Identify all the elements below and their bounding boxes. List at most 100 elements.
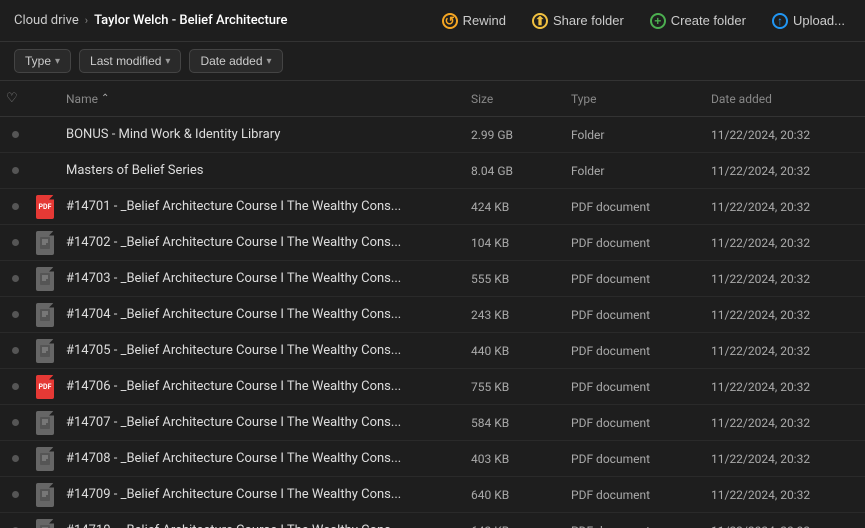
favorite-dot — [12, 131, 19, 138]
file-date: 11/22/2024, 20:32 — [705, 308, 865, 322]
file-type: PDF document — [565, 308, 705, 322]
breadcrumb: Cloud drive › Taylor Welch - Belief Arch… — [14, 13, 287, 28]
file-date: 11/22/2024, 20:32 — [705, 344, 865, 358]
favorite-dot — [12, 383, 19, 390]
file-type: PDF document — [565, 488, 705, 502]
table-row[interactable]: PDF#14706 - _Belief Architecture Course … — [0, 369, 865, 405]
favorite-dot — [12, 275, 19, 282]
favorite-dot — [12, 419, 19, 426]
table-row[interactable]: #14702 - _Belief Architecture Course I T… — [0, 225, 865, 261]
doc-icon — [36, 483, 54, 507]
col-size-header[interactable]: Size — [465, 92, 565, 106]
table-row[interactable]: #14703 - _Belief Architecture Course I T… — [0, 261, 865, 297]
file-size: 403 KB — [465, 452, 565, 466]
favorite-dot — [12, 455, 19, 462]
file-size: 640 KB — [465, 488, 565, 502]
table-row[interactable]: #14708 - _Belief Architecture Course I T… — [0, 441, 865, 477]
file-icon-cell — [30, 231, 60, 255]
col-name-label: Name — [66, 92, 98, 106]
table-row[interactable]: #14709 - _Belief Architecture Course I T… — [0, 477, 865, 513]
col-date-header[interactable]: Date added — [705, 92, 865, 106]
file-icon-cell — [30, 483, 60, 507]
file-size: 2.99 GB — [465, 128, 565, 142]
favorite-cell — [0, 491, 30, 498]
file-size: 584 KB — [465, 416, 565, 430]
favorite-cell — [0, 203, 30, 210]
file-date: 11/22/2024, 20:32 — [705, 236, 865, 250]
date-added-filter[interactable]: Date added ▾ — [189, 49, 282, 73]
rewind-button[interactable]: ↺ Rewind — [436, 9, 512, 33]
file-date: 11/22/2024, 20:32 — [705, 272, 865, 286]
file-icon-cell — [30, 303, 60, 327]
rewind-label: Rewind — [463, 13, 506, 28]
type-filter[interactable]: Type ▾ — [14, 49, 71, 73]
file-date: 11/22/2024, 20:32 — [705, 452, 865, 466]
col-type-header[interactable]: Type — [565, 92, 705, 106]
doc-icon — [36, 339, 54, 363]
favorite-cell — [0, 239, 30, 246]
table-row[interactable]: BONUS - Mind Work & Identity Library2.99… — [0, 117, 865, 153]
file-type: Folder — [565, 128, 705, 142]
file-icon-cell — [30, 447, 60, 471]
file-list: BONUS - Mind Work & Identity Library2.99… — [0, 117, 865, 528]
file-type: PDF document — [565, 416, 705, 430]
favorite-dot — [12, 347, 19, 354]
doc-icon — [36, 447, 54, 471]
col-name-sort-icon: ⌃ — [101, 93, 109, 104]
date-added-filter-label: Date added — [200, 54, 262, 68]
table-row[interactable]: #14704 - _Belief Architecture Course I T… — [0, 297, 865, 333]
file-size: 424 KB — [465, 200, 565, 214]
file-icon-cell: PDF — [30, 375, 60, 399]
file-name: #14707 - _Belief Architecture Course I T… — [60, 415, 465, 430]
rewind-icon: ↺ — [442, 13, 458, 29]
favorite-dot — [12, 491, 19, 498]
file-name: #14708 - _Belief Architecture Course I T… — [60, 451, 465, 466]
upload-button[interactable]: ↑ Upload... — [766, 9, 851, 33]
table-row[interactable]: PDF#14701 - _Belief Architecture Course … — [0, 189, 865, 225]
top-actions: ↺ Rewind ⬆ Share folder + Create folder … — [436, 9, 851, 33]
file-size: 755 KB — [465, 380, 565, 394]
doc-icon — [36, 231, 54, 255]
file-name: #14704 - _Belief Architecture Course I T… — [60, 307, 465, 322]
create-folder-button[interactable]: + Create folder — [644, 9, 752, 33]
file-type: PDF document — [565, 380, 705, 394]
last-modified-chevron-icon: ▾ — [165, 56, 170, 67]
file-date: 11/22/2024, 20:32 — [705, 128, 865, 142]
favorite-cell — [0, 383, 30, 390]
favorite-dot — [12, 167, 19, 174]
file-size: 440 KB — [465, 344, 565, 358]
breadcrumb-chevron-icon: › — [85, 14, 88, 27]
file-type: PDF document — [565, 344, 705, 358]
breadcrumb-root[interactable]: Cloud drive — [14, 13, 79, 28]
doc-icon — [36, 411, 54, 435]
file-type: Folder — [565, 164, 705, 178]
share-folder-button[interactable]: ⬆ Share folder — [526, 9, 630, 33]
breadcrumb-current: Taylor Welch - Belief Architecture — [94, 13, 287, 28]
file-size: 104 KB — [465, 236, 565, 250]
table-row[interactable]: #14710 - _Belief Architecture Course I T… — [0, 513, 865, 528]
file-size: 8.04 GB — [465, 164, 565, 178]
file-name: BONUS - Mind Work & Identity Library — [60, 127, 465, 142]
file-icon-cell — [30, 163, 60, 178]
table-row[interactable]: #14705 - _Belief Architecture Course I T… — [0, 333, 865, 369]
last-modified-filter-label: Last modified — [90, 54, 161, 68]
last-modified-filter[interactable]: Last modified ▾ — [79, 49, 181, 73]
file-date: 11/22/2024, 20:32 — [705, 524, 865, 528]
favorite-cell — [0, 455, 30, 462]
file-name: #14710 - _Belief Architecture Course I T… — [60, 523, 465, 528]
create-folder-label: Create folder — [671, 13, 746, 28]
favorite-dot — [12, 239, 19, 246]
top-bar: Cloud drive › Taylor Welch - Belief Arch… — [0, 0, 865, 42]
file-icon-cell — [30, 339, 60, 363]
file-name: #14706 - _Belief Architecture Course I T… — [60, 379, 465, 394]
share-folder-label: Share folder — [553, 13, 624, 28]
file-name: #14702 - _Belief Architecture Course I T… — [60, 235, 465, 250]
table-row[interactable]: Masters of Belief Series8.04 GBFolder11/… — [0, 153, 865, 189]
table-row[interactable]: #14707 - _Belief Architecture Course I T… — [0, 405, 865, 441]
col-name-header[interactable]: Name ⌃ — [60, 92, 465, 106]
file-icon-cell: PDF — [30, 195, 60, 219]
file-date: 11/22/2024, 20:32 — [705, 416, 865, 430]
file-size: 642 KB — [465, 524, 565, 528]
favorite-dot — [12, 203, 19, 210]
favorite-cell — [0, 311, 30, 318]
